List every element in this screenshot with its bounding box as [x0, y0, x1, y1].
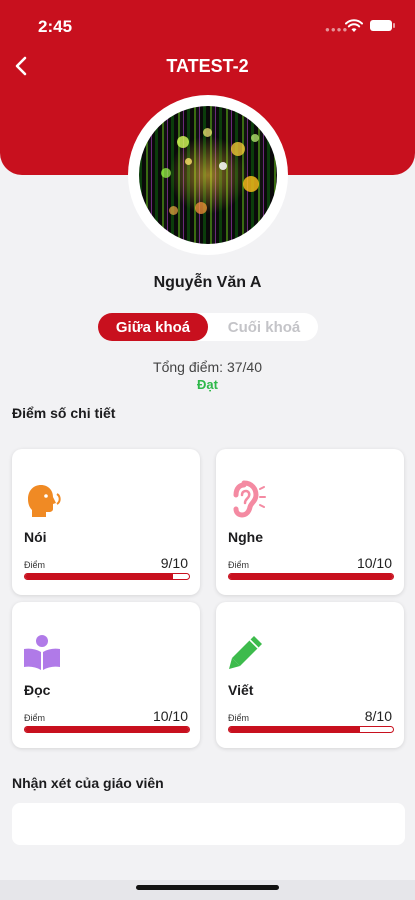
student-name: Nguyễn Văn A — [153, 274, 262, 291]
score-label: Điểm — [24, 713, 46, 723]
status-time: 2:45 — [38, 17, 73, 36]
wifi-icon — [345, 19, 363, 32]
detail-scores-heading: Điểm số chi tiết — [12, 405, 116, 421]
tab-final-term[interactable]: Cuối khoá — [210, 313, 318, 341]
skill-score: 9/10 — [160, 555, 188, 571]
score-progress-bar — [228, 573, 394, 580]
skill-name: Viết — [228, 682, 254, 698]
pencil-icon — [229, 636, 262, 669]
skill-card-writing[interactable]: Viết Điểm 8/10 — [216, 602, 404, 748]
teacher-comment-heading: Nhận xét của giáo viên — [12, 775, 164, 791]
total-score: Tổng điểm: 37/40 — [153, 359, 262, 375]
score-label: Điểm — [24, 560, 46, 570]
skill-name: Nói — [24, 529, 47, 545]
score-label: Điểm — [228, 713, 250, 723]
page-title: TATEST-2 — [166, 56, 249, 76]
skill-score: 8/10 — [364, 708, 392, 724]
avatar[interactable] — [139, 106, 277, 244]
battery-icon — [370, 20, 395, 31]
skill-score: 10/10 — [152, 708, 188, 724]
score-progress-bar — [24, 726, 190, 733]
ear-icon — [233, 480, 266, 518]
pass-status-badge: Đạt — [197, 377, 218, 392]
skill-name: Đọc — [24, 682, 51, 698]
tab-mid-term[interactable]: Giữa khoá — [98, 313, 208, 341]
status-bar: 2:45 ●●●● — [0, 0, 415, 50]
skill-card-listening[interactable]: Nghe Điểm 10/10 — [216, 449, 404, 595]
term-segmented-control: Giữa khoá Cuối khoá — [98, 313, 318, 341]
speaking-head-icon — [28, 485, 61, 517]
home-indicator[interactable] — [136, 885, 279, 890]
skill-card-speaking[interactable]: Nói Điểm 9/10 — [12, 449, 200, 595]
teacher-comment-box — [12, 803, 405, 845]
score-progress-bar — [228, 726, 394, 733]
score-progress-bar — [24, 573, 190, 580]
score-label: Điểm — [228, 560, 250, 570]
skill-name: Nghe — [228, 529, 263, 545]
home-bar-area — [0, 880, 415, 900]
reading-book-icon — [24, 635, 60, 670]
skill-score: 10/10 — [356, 555, 392, 571]
skill-card-reading[interactable]: Đọc Điểm 10/10 — [12, 602, 200, 748]
